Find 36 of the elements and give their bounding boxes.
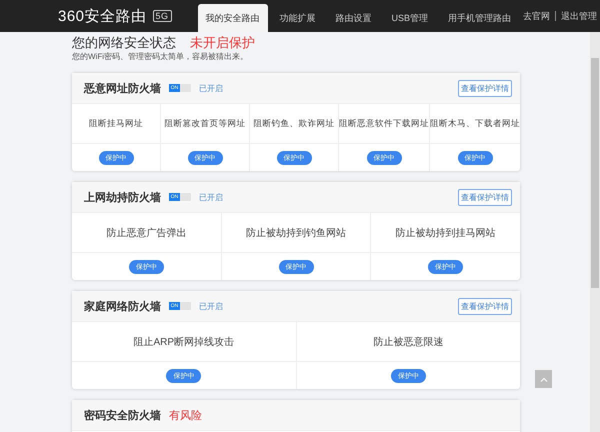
logo-badge: 5G [152, 10, 172, 22]
card-title: 家庭网络防火墙 [84, 300, 161, 314]
protection-item: 防止被劫持到钓鱼网站 [222, 213, 370, 253]
card-status: 已开启 [199, 300, 223, 312]
logo: 360安全路由 [58, 6, 147, 26]
protection-item: 阻断篡改首页等网址 [161, 104, 249, 144]
details-button[interactable]: 查看保护详情 [458, 80, 512, 96]
card-status: 有风险 [169, 408, 202, 422]
back-to-top-button[interactable] [535, 370, 552, 388]
nav-tab[interactable]: 用手机管理路由 [440, 4, 520, 32]
card-status: 已开启 [199, 192, 223, 202]
protection-item: 阻断恶意软件下载网址 [339, 104, 429, 144]
protection-item: 阻断钓鱼、欺诈网址 [250, 104, 338, 144]
nav-tab[interactable]: USB管理 [384, 4, 436, 32]
scrollbar[interactable] [590, 32, 600, 432]
header-link[interactable]: 去官网 [523, 10, 550, 22]
security-status-value: 未开启保护 [190, 35, 255, 51]
protection-item: 防止被劫持到挂马网站 [371, 213, 520, 253]
card-title: 上网劫持防火墙 [84, 190, 161, 204]
protection-item: 阻止ARP断网掉线攻击 [72, 322, 296, 362]
protection-item: 防止恶意广告弹出 [72, 213, 221, 253]
details-button[interactable]: 查看保护详情 [458, 298, 512, 314]
protection-item: 防止被恶意限速 [296, 322, 520, 362]
nav-tab[interactable]: 功能扩展 [272, 4, 324, 32]
nav-tab[interactable]: 我的安全路由 [198, 4, 268, 32]
nav-tab[interactable]: 路由设置 [328, 4, 380, 32]
protection-item: 阻断木马、下载者网址 [430, 104, 520, 144]
protection-item: 阻断挂马网址 [72, 104, 160, 144]
card-title: 密码安全防火墙 [84, 408, 161, 422]
chevron-up-icon [540, 376, 548, 382]
security-note: 您的WiFi密码、管理密码太简单，容易被猜出来。 [72, 51, 249, 62]
card-status: 已开启 [199, 82, 223, 94]
security-status-title: 您的网络安全状态 [72, 35, 176, 51]
details-button[interactable]: 查看保护详情 [458, 188, 512, 206]
header-link[interactable]: 退出管理 [561, 10, 598, 22]
card-title: 恶意网址防火墙 [84, 82, 161, 96]
